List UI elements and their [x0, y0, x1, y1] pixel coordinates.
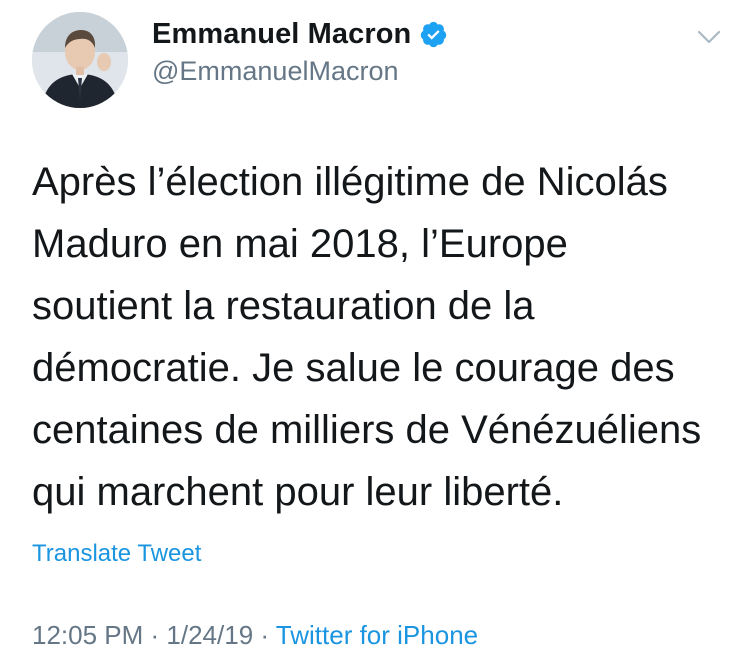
user-name-row[interactable]: Emmanuel Macron	[152, 14, 448, 54]
tweet-date[interactable]: 1/24/19	[166, 620, 253, 650]
tweet-line: qui marchent pour leur liberté.	[32, 470, 564, 514]
tweet-text: Après l’élection illégitime de Nicolás M…	[32, 151, 722, 523]
display-name[interactable]: Emmanuel Macron	[152, 18, 411, 51]
tweet-line: Après l’élection illégitime de Nicolás	[32, 160, 668, 204]
meta-separator: ·	[253, 620, 276, 650]
user-handle[interactable]: @EmmanuelMacron	[152, 56, 399, 87]
tweet-meta: 12:05 PM · 1/24/19 · Twitter for iPhone	[32, 620, 478, 651]
tweet-line: démocratie. Je salue le courage des	[32, 346, 675, 390]
translate-tweet-link[interactable]: Translate Tweet	[32, 540, 201, 568]
tweet-time[interactable]: 12:05 PM	[32, 620, 143, 650]
meta-separator: ·	[143, 620, 167, 650]
tweet-line: centaines de milliers de Vénézuéliens	[32, 408, 702, 452]
tweet-line: Maduro en mai 2018, l’Europe	[32, 222, 568, 266]
verified-badge-icon	[419, 20, 448, 49]
tweet-line: soutient la restauration de la	[32, 284, 535, 328]
avatar[interactable]	[32, 12, 128, 108]
chevron-down-icon[interactable]	[694, 22, 724, 52]
tweet-source-link[interactable]: Twitter for iPhone	[276, 620, 478, 650]
profile-photo	[32, 12, 128, 108]
